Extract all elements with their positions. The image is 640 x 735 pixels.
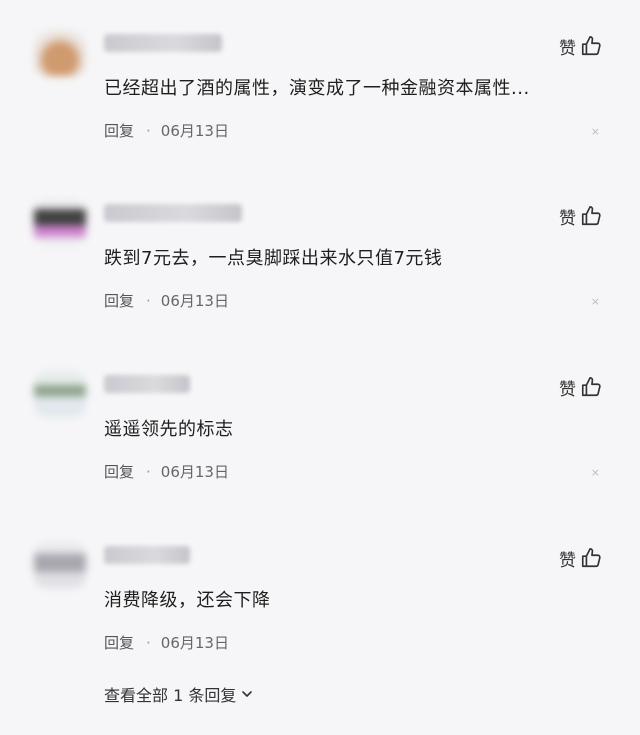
avatar[interactable]: [34, 371, 86, 417]
comment-item: 赞 消费降级，还会下降 回复 · 06月13日: [0, 512, 640, 682]
meta-separator: ·: [146, 121, 151, 140]
username-blurred[interactable]: [104, 34, 222, 52]
comment-text: 已经超出了酒的属性，演变成了一种金融资本属性...: [104, 78, 530, 99]
comment-text: 跌到7元去，一点臭脚踩出来水只值7元钱: [104, 248, 443, 269]
reply-button[interactable]: 回复: [104, 290, 134, 311]
comment-date: 06月13日: [160, 463, 229, 481]
comment-meta: 回复 · 06月13日: [104, 120, 229, 141]
like-label: 赞: [559, 38, 576, 59]
meta-separator: ·: [146, 633, 151, 652]
comment-text: 消费降级，还会下降: [104, 590, 271, 611]
like-button[interactable]: 赞: [559, 204, 602, 229]
close-icon[interactable]: ×: [591, 125, 600, 138]
avatar[interactable]: [34, 30, 86, 76]
comment-item: 赞 已经超出了酒的属性，演变成了一种金融资本属性... 回复 · 06月13日 …: [0, 0, 640, 170]
avatar[interactable]: [34, 542, 86, 588]
reply-button[interactable]: 回复: [104, 632, 134, 653]
avatar[interactable]: [34, 200, 86, 246]
like-button[interactable]: 赞: [559, 34, 602, 59]
comment-meta: 回复 · 06月13日: [104, 461, 229, 482]
view-all-replies-label: 查看全部 1 条回复: [104, 686, 237, 705]
like-label: 赞: [559, 550, 576, 571]
comment-date: 06月13日: [160, 292, 229, 310]
username-blurred[interactable]: [104, 546, 190, 564]
comment-item: 赞 遥遥领先的标志 回复 · 06月13日 ×: [0, 341, 640, 511]
meta-separator: ·: [146, 462, 151, 481]
reply-button[interactable]: 回复: [104, 461, 134, 482]
thumbs-up-icon: [581, 548, 601, 568]
thumbs-up-icon: [581, 206, 601, 226]
comment-meta: 回复 · 06月13日: [104, 290, 229, 311]
close-icon[interactable]: ×: [591, 295, 600, 308]
view-all-replies-button[interactable]: 查看全部 1 条回复: [104, 682, 254, 706]
like-label: 赞: [559, 208, 576, 229]
like-button[interactable]: 赞: [559, 375, 602, 400]
comment-date: 06月13日: [160, 122, 229, 140]
meta-separator: ·: [146, 291, 151, 310]
reply-button[interactable]: 回复: [104, 120, 134, 141]
like-button[interactable]: 赞: [559, 546, 602, 571]
like-label: 赞: [559, 379, 576, 400]
comment-item: 赞 跌到7元去，一点臭脚踩出来水只值7元钱 回复 · 06月13日 ×: [0, 170, 640, 340]
username-blurred[interactable]: [104, 204, 242, 222]
close-icon[interactable]: ×: [591, 466, 600, 479]
thumbs-up-icon: [581, 377, 601, 397]
comment-text: 遥遥领先的标志: [104, 419, 234, 440]
thumbs-up-icon: [581, 36, 601, 56]
comment-date: 06月13日: [160, 634, 229, 652]
chevron-down-icon: [242, 691, 253, 697]
username-blurred[interactable]: [104, 375, 190, 393]
comment-meta: 回复 · 06月13日: [104, 632, 229, 653]
